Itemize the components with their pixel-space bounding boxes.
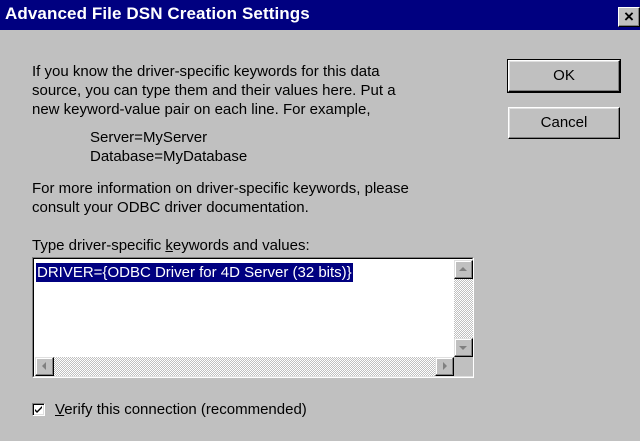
intro-text-line-2: source, you can type them and their valu… bbox=[32, 82, 396, 99]
scroll-down-button[interactable] bbox=[454, 338, 473, 357]
ok-button-label: OK bbox=[553, 67, 575, 84]
example-database: Database=MyDatabase bbox=[90, 148, 248, 165]
example-server: Server=MyServer bbox=[90, 129, 208, 146]
check-icon bbox=[35, 406, 42, 413]
info-text-line-2: consult your ODBC driver documentation. bbox=[32, 199, 309, 216]
dsn-settings-dialog: Advanced File DSN Creation Settings × If… bbox=[0, 0, 640, 441]
verify-label[interactable]: Verify this connection (recommended) bbox=[55, 400, 307, 419]
keywords-textarea[interactable]: DRIVER={ODBC Driver for 4D Server (32 bi… bbox=[32, 257, 474, 378]
keywords-label: Type driver-specific keywords and values… bbox=[32, 236, 310, 255]
close-icon: × bbox=[624, 7, 634, 26]
title-bar[interactable]: Advanced File DSN Creation Settings × bbox=[0, 0, 640, 30]
window-title: Advanced File DSN Creation Settings bbox=[5, 4, 310, 23]
keywords-textarea-frame: DRIVER={ODBC Driver for 4D Server (32 bi… bbox=[33, 258, 473, 377]
close-button[interactable]: × bbox=[618, 7, 640, 27]
ok-button[interactable]: OK bbox=[507, 59, 621, 93]
arrow-right-icon bbox=[443, 362, 447, 370]
keywords-label-mnemonic: k bbox=[165, 237, 173, 254]
intro-text-line-1: If you know the driver-specific keywords… bbox=[32, 63, 380, 80]
info-text-line-1: For more information on driver-specific … bbox=[32, 180, 409, 197]
scrollbar-corner bbox=[454, 357, 473, 376]
arrow-left-icon bbox=[42, 362, 46, 370]
keywords-label-pre: Type driver-specific bbox=[32, 237, 166, 254]
scroll-left-button[interactable] bbox=[35, 357, 54, 376]
vertical-scrollbar[interactable] bbox=[454, 260, 473, 357]
verify-label-post: erify this connection (recommended) bbox=[64, 401, 307, 418]
cancel-button[interactable]: Cancel bbox=[508, 107, 620, 139]
cancel-button-label: Cancel bbox=[540, 114, 588, 131]
arrow-up-icon bbox=[459, 267, 467, 271]
verify-label-mnemonic: V bbox=[55, 401, 65, 418]
verify-checkbox[interactable] bbox=[32, 403, 45, 416]
scroll-up-button[interactable] bbox=[454, 260, 473, 279]
scroll-right-button[interactable] bbox=[435, 357, 454, 376]
arrow-down-icon bbox=[459, 346, 467, 350]
keywords-value[interactable]: DRIVER={ODBC Driver for 4D Server (32 bi… bbox=[36, 263, 353, 282]
intro-text-line-3: new keyword-value pair on each line. For… bbox=[32, 101, 371, 118]
horizontal-scrollbar[interactable] bbox=[35, 357, 454, 376]
keywords-label-post: eywords and values: bbox=[172, 237, 310, 254]
